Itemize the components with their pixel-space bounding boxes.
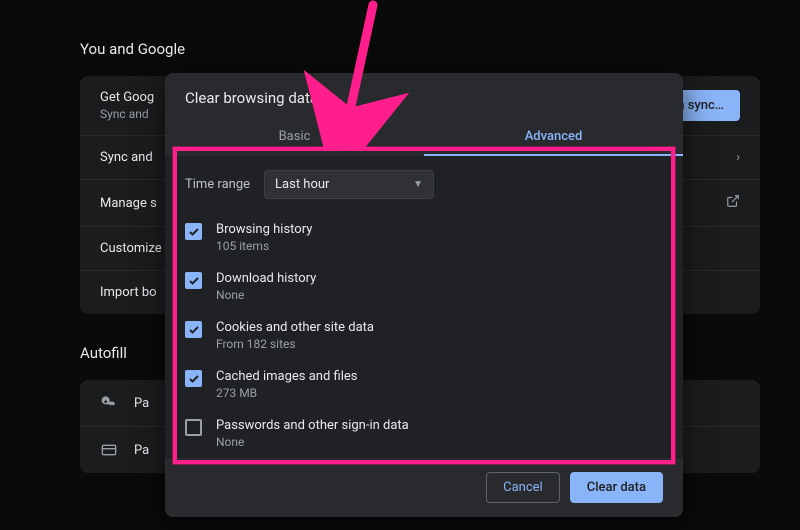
dialog-tabs: Basic Advanced <box>165 117 683 156</box>
row-subtitle: Sync and <box>100 107 154 121</box>
dialog-footer: Cancel Clear data <box>165 458 683 517</box>
row-label: Manage s <box>100 196 157 211</box>
clear-data-option: Browsing history 105 items <box>185 213 663 262</box>
time-range-select[interactable]: Last hour ▼ <box>264 170 434 199</box>
row-label: Customize <box>100 241 162 256</box>
option-label: Passwords and other sign-in data <box>216 418 409 433</box>
option-checkbox[interactable] <box>185 370 202 387</box>
row-label: Pa <box>134 396 149 411</box>
dialog-body: Time range Last hour ▼ Browsing history 1… <box>165 156 683 458</box>
row-label: Pa <box>134 443 149 458</box>
option-checkbox[interactable] <box>185 321 202 338</box>
option-subtext: None <box>216 288 316 302</box>
key-icon <box>100 394 118 412</box>
clear-data-option: Download history None <box>185 262 663 311</box>
time-range-label: Time range <box>185 177 250 192</box>
time-range-row: Time range Last hour ▼ <box>185 170 663 199</box>
option-label: Cached images and files <box>216 369 357 384</box>
row-title: Get Goog <box>100 90 154 105</box>
clear-data-option: Passwords and other sign-in data None <box>185 409 663 458</box>
option-label: Download history <box>216 271 316 286</box>
option-label: Browsing history <box>216 222 312 237</box>
option-checkbox[interactable] <box>185 272 202 289</box>
external-link-icon <box>726 194 740 212</box>
row-label: Import bo <box>100 285 157 300</box>
option-checkbox[interactable] <box>185 223 202 240</box>
credit-card-icon <box>100 441 118 459</box>
dialog-title: Clear browsing data <box>165 73 683 117</box>
clear-data-button[interactable]: Clear data <box>570 472 663 503</box>
option-subtext: 273 MB <box>216 386 357 400</box>
time-range-value: Last hour <box>275 177 329 192</box>
clear-data-option: Cached images and files 273 MB <box>185 360 663 409</box>
option-subtext: From 182 sites <box>216 337 374 351</box>
clear-browsing-data-dialog: Clear browsing data Basic Advanced Time … <box>165 73 683 517</box>
option-subtext: None <box>216 435 409 449</box>
clear-data-option: Cookies and other site data From 182 site… <box>185 311 663 360</box>
chevron-right-icon: › <box>736 150 740 165</box>
cancel-button[interactable]: Cancel <box>486 472 560 503</box>
caret-down-icon: ▼ <box>413 179 423 190</box>
tab-advanced[interactable]: Advanced <box>424 117 683 156</box>
tab-basic[interactable]: Basic <box>165 117 424 156</box>
row-label: Sync and <box>100 150 153 165</box>
option-subtext: 105 items <box>216 239 312 253</box>
option-label: Cookies and other site data <box>216 320 374 335</box>
section-title-you-and-google: You and Google <box>80 40 760 58</box>
option-checkbox[interactable] <box>185 419 202 436</box>
